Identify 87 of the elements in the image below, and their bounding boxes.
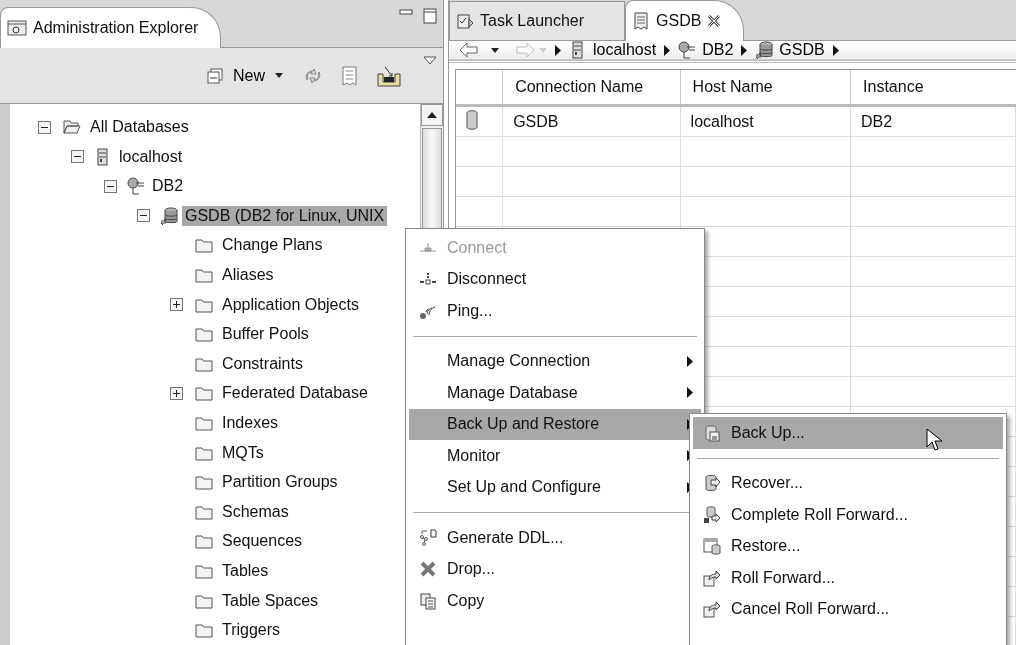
- database-icon: [466, 109, 478, 130]
- menu-item[interactable]: Back Up...: [693, 417, 1003, 449]
- breadcrumb-arrow-icon: [664, 44, 671, 56]
- tree-item[interactable]: Triggers: [219, 620, 284, 641]
- tree-item[interactable]: MQTs: [219, 442, 267, 463]
- caret-icon: [539, 47, 547, 53]
- caret-icon: [275, 73, 283, 79]
- folder-icon: [193, 325, 215, 344]
- new-icon: [207, 67, 223, 84]
- caret-icon: [491, 47, 499, 53]
- instance-icon: [678, 41, 697, 59]
- back-button[interactable]: [459, 42, 499, 58]
- view-title: Administration Explorer: [33, 19, 199, 38]
- scroll-up-icon[interactable]: [427, 112, 437, 119]
- new-button[interactable]: New: [203, 64, 287, 87]
- restore-icon: [703, 537, 721, 556]
- column-header[interactable]: Instance: [850, 70, 1016, 106]
- database-icon: [160, 206, 178, 225]
- menu-item[interactable]: Disconnect: [409, 263, 701, 295]
- tree-item[interactable]: Indexes: [219, 413, 282, 434]
- table-cell: DB2: [861, 112, 893, 130]
- folder-icon: [193, 414, 215, 433]
- close-icon[interactable]: [707, 14, 722, 28]
- tree-item[interactable]: Schemas: [219, 501, 292, 522]
- expand-toggle[interactable]: [170, 298, 183, 312]
- collapse-toggle[interactable]: [71, 150, 84, 164]
- mouse-cursor-icon: [926, 428, 942, 452]
- collapse-toggle[interactable]: [137, 209, 150, 223]
- tree-item[interactable]: Aliases: [219, 265, 277, 286]
- breadcrumb-arrow-icon: [832, 44, 839, 56]
- breadcrumb-item[interactable]: DB2: [678, 41, 734, 59]
- tree-item[interactable]: Partition Groups: [219, 472, 341, 493]
- folder-icon: [193, 562, 215, 580]
- tree-item[interactable]: Federated Database: [219, 383, 371, 404]
- column-header[interactable]: Host Name: [680, 70, 851, 106]
- collapse-toggle[interactable]: [38, 120, 51, 134]
- column-header[interactable]: Connection Name: [502, 70, 681, 106]
- roll-forward-icon: [703, 600, 721, 619]
- list-document-icon: [632, 12, 651, 30]
- tree-item[interactable]: Sequences: [219, 531, 306, 552]
- tree-item[interactable]: Change Plans: [219, 235, 326, 256]
- breadcrumb-item[interactable]: GSDB: [755, 41, 825, 59]
- menu-item[interactable]: Manage Connection: [409, 345, 701, 377]
- tree-item[interactable]: Table Spaces: [219, 590, 322, 611]
- clipboard-check-icon: [456, 12, 474, 30]
- editor-tab[interactable]: Task Launcher: [449, 1, 626, 40]
- menu-item[interactable]: Ping...: [409, 295, 701, 327]
- folder-icon: [193, 473, 215, 492]
- tree-item[interactable]: Constraints: [219, 353, 306, 374]
- breadcrumb-item[interactable]: localhost: [569, 41, 657, 59]
- console-icon: [7, 19, 27, 38]
- submenu-arrow-icon: [687, 355, 693, 367]
- maximize-icon[interactable]: [423, 8, 437, 24]
- folder-icon: [193, 621, 215, 640]
- view-tab[interactable]: Administration Explorer: [0, 7, 222, 49]
- tree-item[interactable]: localhost: [116, 146, 186, 167]
- tree-item[interactable]: Application Objects: [219, 294, 362, 315]
- editor-tab[interactable]: GSDB: [625, 0, 745, 41]
- folder-icon: [193, 236, 215, 255]
- instance-icon: [127, 177, 145, 196]
- breadcrumb-arrow-icon: [741, 44, 748, 56]
- folder-icon: [193, 532, 215, 551]
- delete-x-icon: [419, 560, 437, 579]
- breadcrumb-arrow-icon: [555, 44, 561, 56]
- copy-icon: [419, 591, 437, 610]
- table-cell: localhost: [690, 112, 754, 130]
- menu-item[interactable]: Back Up and Restore: [409, 408, 701, 440]
- tree-item[interactable]: DB2: [149, 176, 187, 197]
- folder-icon: [193, 266, 215, 285]
- submenu-arrow-icon: [687, 387, 693, 399]
- expand-toggle[interactable]: [170, 386, 183, 400]
- backup-icon: [703, 423, 721, 442]
- generate-ddl-icon: [419, 528, 437, 547]
- menu-item[interactable]: Recover...: [693, 467, 1003, 499]
- table-cell: GSDB: [513, 112, 559, 130]
- menu-item[interactable]: Manage Database: [409, 377, 701, 409]
- view-menu-icon[interactable]: [423, 56, 437, 66]
- recover-icon: [703, 474, 721, 493]
- complete-roll-forward-icon: [703, 505, 721, 524]
- tree-item[interactable]: Buffer Pools: [219, 324, 312, 345]
- folder-icon: [193, 384, 215, 403]
- tree-item[interactable]: GSDB (DB2 for Linux, UNIX: [182, 205, 388, 226]
- open-folder-icon: [61, 118, 83, 137]
- roll-forward-icon: [703, 568, 721, 587]
- tree-item[interactable]: Tables: [219, 561, 272, 581]
- collapse-toggle[interactable]: [104, 179, 117, 193]
- tree-item[interactable]: All Databases: [87, 117, 192, 138]
